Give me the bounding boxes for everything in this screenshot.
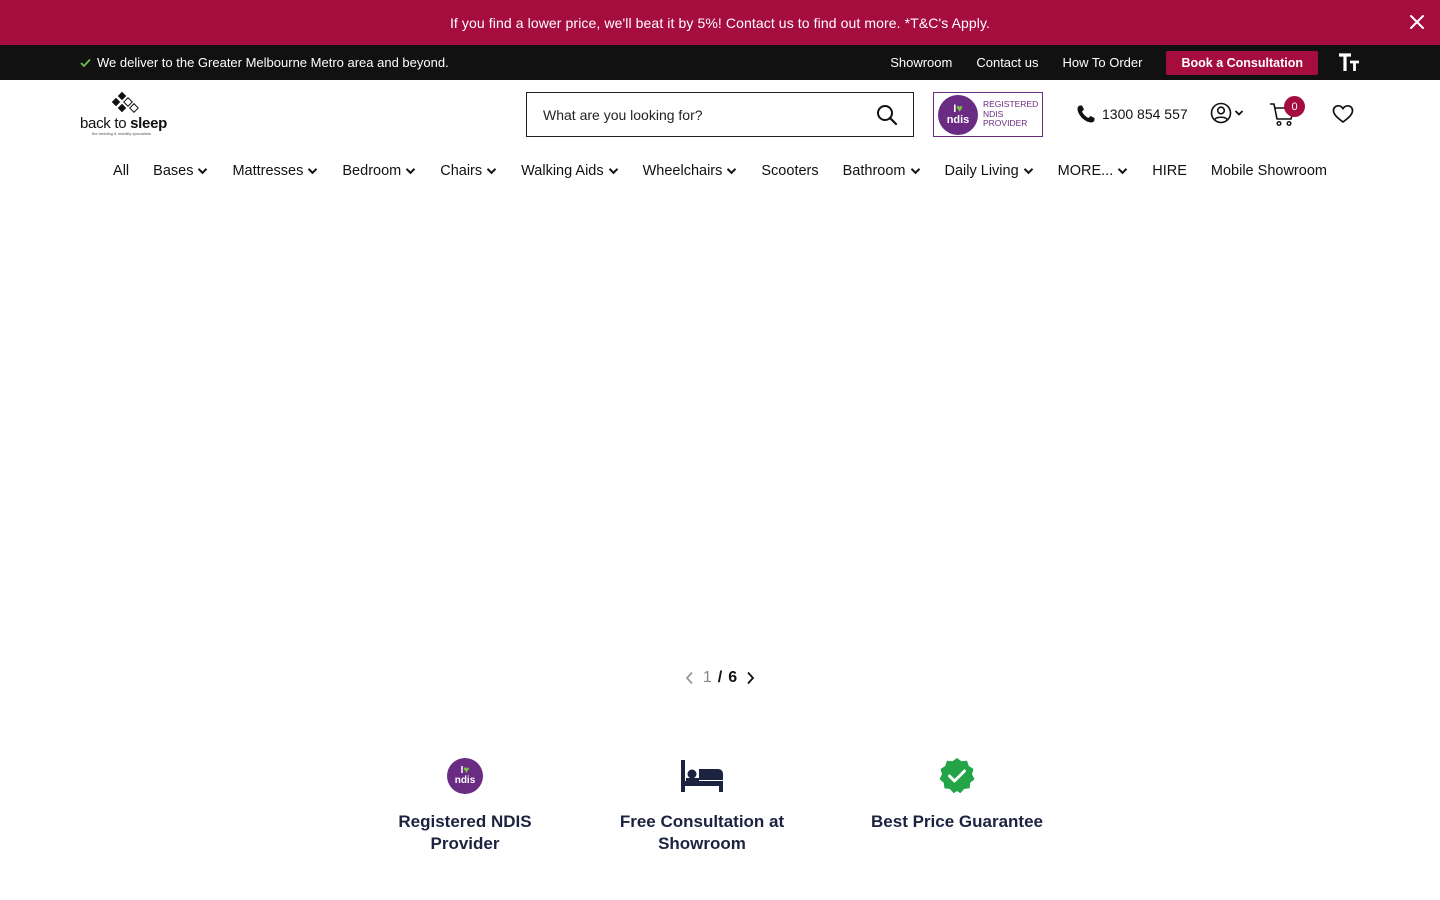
nav-item-label: Bedroom bbox=[342, 163, 402, 179]
nav-item-scooters[interactable]: Scooters bbox=[761, 163, 818, 179]
search-box bbox=[526, 92, 914, 137]
feature-label: Registered NDIS Provider bbox=[398, 812, 532, 853]
feature-consultation: Free Consultation at Showroom bbox=[607, 757, 797, 855]
logo-tagline: the bedding & mobility specialists bbox=[92, 131, 151, 136]
chevron-right-icon bbox=[746, 671, 754, 685]
site-logo[interactable]: back to sleep the bedding & mobility spe… bbox=[80, 92, 172, 138]
chevron-left-icon bbox=[686, 671, 694, 685]
nav-item-bases[interactable]: Bases bbox=[153, 163, 208, 179]
slider-pager: 1 / 6 bbox=[680, 665, 760, 691]
nav-item-label: Scooters bbox=[761, 163, 819, 179]
delivery-notice: We deliver to the Greater Melbourne Metr… bbox=[80, 45, 449, 80]
slider-prev-button[interactable] bbox=[683, 671, 697, 685]
nav-item-mattresses[interactable]: Mattresses bbox=[232, 163, 318, 179]
search-button[interactable] bbox=[861, 93, 913, 136]
nav-item-label: Mattresses bbox=[232, 163, 304, 179]
check-icon bbox=[80, 58, 91, 67]
cart-button[interactable]: 0 bbox=[1269, 96, 1305, 128]
main-nav: All Bases Mattresses Bedroom Chairs Walking A… bbox=[0, 158, 1440, 184]
user-icon bbox=[1210, 102, 1232, 124]
chevron-down-icon bbox=[308, 168, 318, 175]
promo-text: If you find a lower price, we'll beat it… bbox=[449, 14, 991, 31]
search-input[interactable] bbox=[527, 93, 861, 136]
how-to-order-link[interactable]: How To Order bbox=[1063, 55, 1143, 70]
ndis-badge[interactable]: I♥ ndis REGISTERED NDIS PROVIDER bbox=[933, 92, 1043, 137]
nav-item-label: Bases bbox=[153, 163, 194, 179]
nav-item-label: Daily Living bbox=[944, 163, 1019, 179]
nav-item-bathroom[interactable]: Bathroom bbox=[843, 163, 921, 179]
nav-item-label: All bbox=[113, 163, 130, 179]
nav-item-all[interactable]: All bbox=[113, 163, 129, 179]
feature-label: Free Consultation at Showroom bbox=[619, 812, 785, 853]
nav-item-hire[interactable]: HIRE bbox=[1152, 163, 1187, 179]
close-icon[interactable] bbox=[1408, 13, 1426, 31]
feature-price-guarantee: Best Price Guarantee bbox=[862, 757, 1052, 833]
nav-item-wheelchairs[interactable]: Wheelchairs bbox=[643, 163, 738, 179]
chevron-down-icon bbox=[1234, 110, 1244, 116]
nav-item-walking-aids[interactable]: Walking Aids bbox=[521, 163, 618, 179]
chevron-down-icon bbox=[406, 168, 416, 175]
nav-item-chairs[interactable]: Chairs bbox=[440, 163, 497, 179]
chevron-down-icon bbox=[1118, 168, 1128, 175]
utility-links: Showroom Contact us How To Order Book a … bbox=[866, 45, 1360, 80]
verified-check-icon bbox=[939, 758, 975, 794]
ndis-icon: I♥ ndis bbox=[938, 94, 978, 135]
phone-icon bbox=[1077, 105, 1095, 123]
cart-count-badge: 0 bbox=[1284, 96, 1305, 117]
chevron-down-icon bbox=[910, 168, 920, 175]
bed-icon bbox=[681, 760, 723, 792]
slider-separator: / bbox=[717, 669, 723, 686]
nav-item-more[interactable]: MORE... bbox=[1058, 163, 1129, 179]
ndis-badge-text: REGISTERED NDIS PROVIDER bbox=[983, 98, 1039, 129]
feature-ndis: I♥ ndis Registered NDIS Provider bbox=[370, 757, 560, 855]
nav-item-bedroom[interactable]: Bedroom bbox=[342, 163, 416, 179]
nav-item-daily-living[interactable]: Daily Living bbox=[945, 163, 1034, 179]
promo-bar: If you find a lower price, we'll beat it… bbox=[0, 0, 1440, 45]
chevron-down-icon bbox=[727, 168, 737, 175]
nav-item-label: HIRE bbox=[1152, 163, 1187, 179]
nav-item-label: Walking Aids bbox=[521, 163, 604, 179]
nav-item-label: MORE... bbox=[1057, 163, 1114, 179]
showroom-link[interactable]: Showroom bbox=[890, 55, 952, 70]
account-menu[interactable] bbox=[1210, 102, 1244, 124]
utility-bar: We deliver to the Greater Melbourne Metr… bbox=[0, 45, 1440, 80]
feature-label: Best Price Guarantee bbox=[871, 812, 1043, 831]
nav-item-label: Bathroom bbox=[842, 163, 906, 179]
text-size-icon[interactable] bbox=[1338, 52, 1360, 73]
chevron-down-icon bbox=[198, 168, 208, 175]
search-icon bbox=[877, 104, 898, 125]
chevron-down-icon bbox=[1023, 168, 1033, 175]
delivery-text: We deliver to the Greater Melbourne Metr… bbox=[97, 55, 449, 70]
phone-link[interactable]: 1300 854 557 bbox=[1076, 104, 1188, 124]
slider-current: 1 bbox=[702, 669, 712, 686]
chevron-down-icon bbox=[486, 168, 497, 175]
slider-total: 6 bbox=[728, 669, 738, 686]
nav-item-label: Chairs bbox=[440, 163, 483, 179]
book-consultation-button[interactable]: Book a Consultation bbox=[1166, 50, 1318, 75]
logo-mark-icon bbox=[111, 92, 139, 113]
heart-icon[interactable] bbox=[1332, 103, 1354, 125]
phone-number: 1300 854 557 bbox=[1102, 106, 1188, 122]
slider-next-button[interactable] bbox=[743, 671, 757, 685]
nav-item-label: Wheelchairs bbox=[642, 163, 723, 179]
contact-us-link[interactable]: Contact us bbox=[976, 55, 1038, 70]
nav-item-label: Mobile Showroom bbox=[1210, 163, 1327, 179]
logo-text: back to sleep bbox=[80, 115, 167, 132]
nav-item-mobile-showroom[interactable]: Mobile Showroom bbox=[1211, 163, 1327, 179]
ndis-icon: I♥ ndis bbox=[447, 758, 483, 794]
chevron-down-icon bbox=[608, 168, 618, 175]
